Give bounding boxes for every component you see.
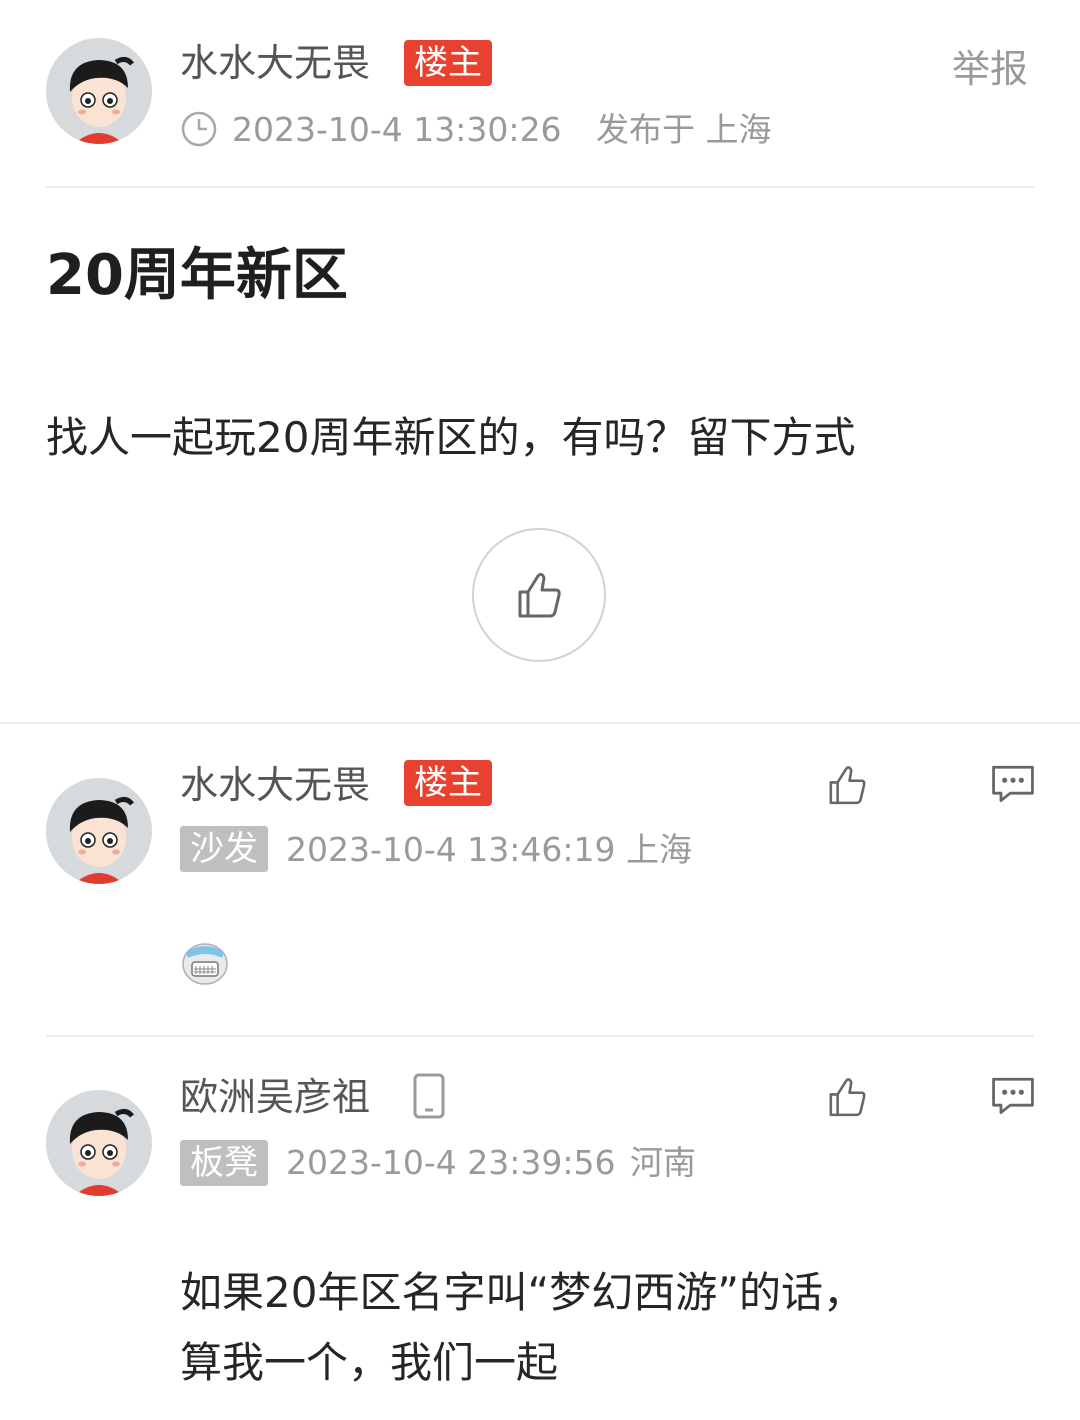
author-avatar[interactable] — [46, 38, 152, 144]
reply-divider — [46, 1035, 1034, 1037]
owner-badge: 楼主 — [404, 40, 492, 86]
post-content: 找人一起玩20周年新区的，有吗？留下方式 — [46, 413, 856, 462]
floor-badge: 板凳 — [180, 1140, 268, 1186]
thumbs-up-icon — [829, 1078, 866, 1117]
reply-location: 上海 — [626, 830, 692, 869]
thumbs-up-icon — [829, 766, 866, 805]
header-divider — [46, 186, 1034, 188]
owner-badge: 楼主 — [404, 760, 492, 806]
report-button[interactable]: 举报 — [952, 46, 1028, 92]
phone-icon — [410, 1072, 448, 1120]
post-title: 20周年新区 — [46, 243, 348, 308]
comment-icon — [992, 765, 1034, 802]
clock-icon — [180, 110, 218, 148]
reply-content: 如果20年区名字叫“梦幻西游”的话， 算我一个，我们一起 — [180, 1258, 1040, 1398]
reply-comment-button[interactable] — [986, 1068, 1040, 1122]
reply-avatar[interactable] — [46, 778, 152, 884]
reply-location: 河南 — [630, 1143, 696, 1182]
reply-comment-button[interactable] — [986, 756, 1040, 810]
thumbs-up-icon — [518, 572, 561, 618]
reply-author-name[interactable]: 水水大无畏 — [180, 762, 370, 808]
reply-time: 2023-10-4 13:46:19 — [286, 830, 616, 869]
reply-like-button[interactable] — [820, 1070, 874, 1124]
reply-content-line: 如果20年区名字叫“梦幻西游”的话， — [180, 1268, 865, 1317]
like-button[interactable] — [472, 528, 606, 662]
floor-badge: 沙发 — [180, 826, 268, 872]
reply-time: 2023-10-4 23:39:56 — [286, 1143, 616, 1182]
reply-author-name[interactable]: 欧洲吴彦祖 — [180, 1074, 370, 1120]
reply-avatar[interactable] — [46, 1090, 152, 1196]
emoji-sticker-icon — [180, 938, 230, 986]
section-divider — [0, 722, 1080, 724]
post-time: 2023-10-4 13:30:26 — [232, 110, 562, 149]
author-name[interactable]: 水水大无畏 — [180, 40, 370, 86]
comment-icon — [992, 1077, 1034, 1114]
reply-content-line: 算我一个，我们一起 — [180, 1338, 559, 1387]
reply-like-button[interactable] — [820, 758, 874, 812]
post-location: 发布于 上海 — [596, 110, 772, 149]
